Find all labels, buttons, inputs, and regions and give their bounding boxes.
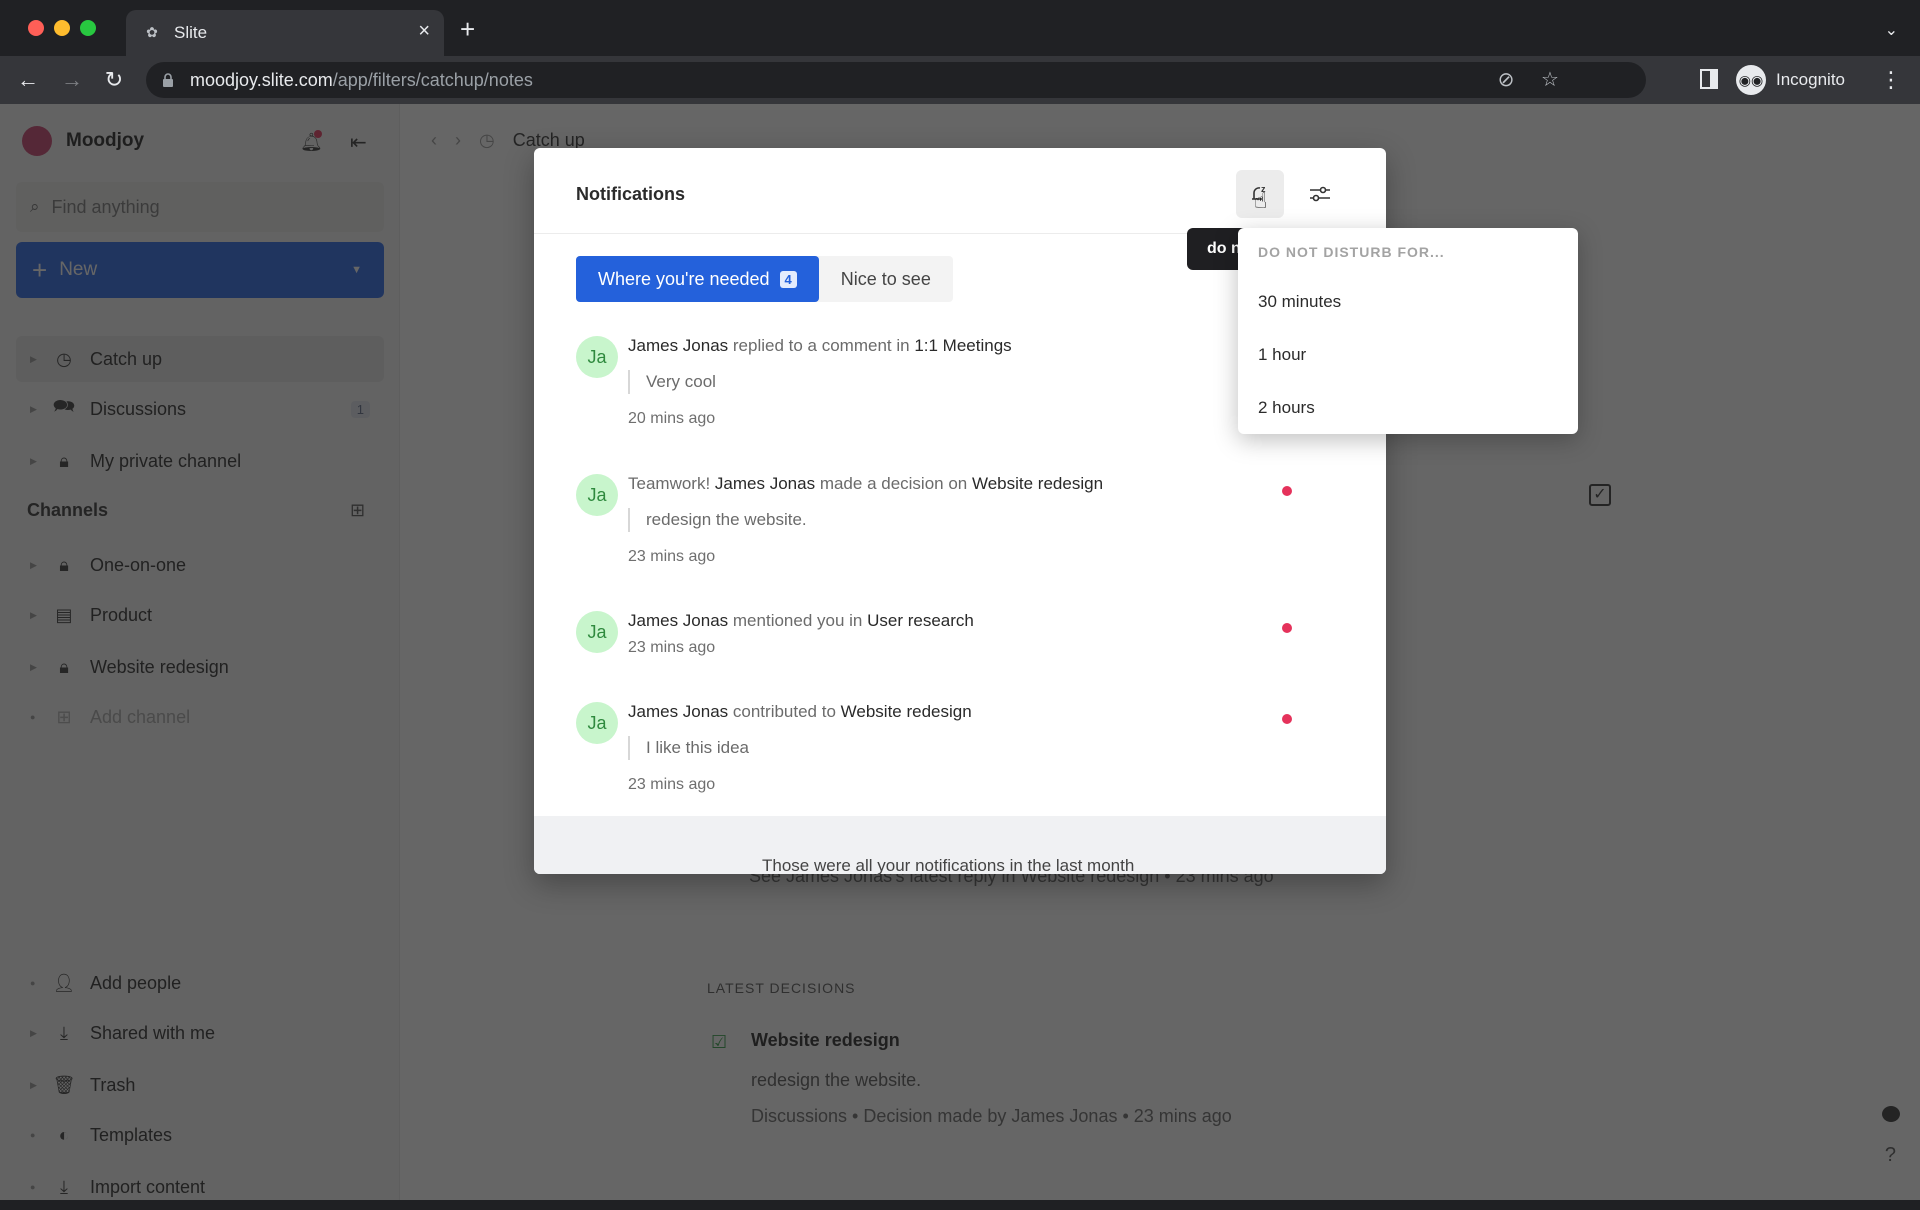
avatar: Ja xyxy=(576,702,618,744)
forward-arrow-icon[interactable]: → xyxy=(58,66,86,94)
tab-title: Slite xyxy=(174,23,208,42)
slite-favicon-icon: ✿ xyxy=(146,24,158,40)
browser-tab-strip: ✿ Slite × + ⌄ xyxy=(0,0,1920,56)
notification-text: Teamwork! James Jonas made a decision on… xyxy=(628,474,1103,494)
bookmark-star-icon[interactable]: ☆ xyxy=(1538,68,1562,92)
hand-cursor-icon: ☝ xyxy=(1254,188,1268,213)
target-link[interactable]: Website redesign xyxy=(972,474,1103,493)
target-link[interactable]: Website redesign xyxy=(841,702,972,721)
action-text: replied to a comment in xyxy=(728,336,915,355)
notification-text: James Jonas contributed to Website redes… xyxy=(628,702,972,722)
profile-label: Incognito xyxy=(1776,70,1845,89)
url-host: moodjoy.slite.com xyxy=(190,70,333,90)
minimize-window-button[interactable] xyxy=(54,20,70,36)
target-link[interactable]: User research xyxy=(867,611,974,630)
menu-item-label: 2 hours xyxy=(1258,398,1315,417)
notification-quote: I like this idea xyxy=(628,736,749,760)
avatar: Ja xyxy=(576,474,618,516)
actor-name[interactable]: James Jonas xyxy=(628,702,728,721)
incognito-icon: ◉◉ xyxy=(1736,65,1766,95)
close-window-button[interactable] xyxy=(28,20,44,36)
actor-name[interactable]: James Jonas xyxy=(628,336,728,355)
menu-item-1-hour[interactable]: 1 hour xyxy=(1238,333,1578,377)
menu-header: DO NOT DISTURB FOR... xyxy=(1258,244,1445,260)
action-text: mentioned you in xyxy=(728,611,868,630)
notification-text: James Jonas replied to a comment in 1:1 … xyxy=(628,336,1012,356)
notification-tabs: Where you're needed 4 Nice to see xyxy=(576,256,953,302)
avatar: Ja xyxy=(576,336,618,378)
new-tab-button[interactable]: + xyxy=(460,16,475,42)
actor-name[interactable]: James Jonas xyxy=(628,611,728,630)
back-arrow-icon[interactable]: ← xyxy=(14,66,42,94)
menu-item-30-minutes[interactable]: 30 minutes xyxy=(1238,280,1578,324)
menu-item-2-hours[interactable]: 2 hours xyxy=(1238,386,1578,430)
notification-time: 23 mins ago xyxy=(628,639,716,656)
target-link[interactable]: 1:1 Meetings xyxy=(914,336,1011,355)
menu-item-label: 1 hour xyxy=(1258,345,1307,364)
action-text: contributed to xyxy=(728,702,841,721)
modal-footer: Those were all your notifications in the… xyxy=(534,816,1386,874)
address-bar[interactable]: moodjoy.slite.com/app/filters/catchup/no… xyxy=(146,62,1646,98)
notification-settings-button[interactable] xyxy=(1296,170,1344,218)
unread-dot[interactable] xyxy=(1282,623,1292,633)
side-panel-icon[interactable] xyxy=(1700,69,1718,89)
notification-time: 23 mins ago xyxy=(628,548,716,565)
profile-button[interactable]: ◉◉ Incognito xyxy=(1736,64,1845,96)
unread-dot[interactable] xyxy=(1282,486,1292,496)
unread-dot[interactable] xyxy=(1282,714,1292,724)
lock-icon xyxy=(163,73,173,87)
close-tab-icon[interactable]: × xyxy=(418,21,430,41)
menu-item-label: 30 minutes xyxy=(1258,292,1342,311)
tab-where-youre-needed[interactable]: Where you're needed 4 xyxy=(576,256,819,302)
tab-label: Nice to see xyxy=(840,268,931,289)
browser-menu-icon[interactable]: ⋮ xyxy=(1880,66,1902,94)
tab-nice-to-see[interactable]: Nice to see xyxy=(819,256,953,302)
notification-time: 23 mins ago xyxy=(628,776,716,793)
notification-text: James Jonas mentioned you in User resear… xyxy=(628,611,974,631)
modal-title: Notifications xyxy=(576,184,686,204)
browser-tab[interactable]: ✿ Slite × xyxy=(126,10,444,56)
tab-search-chevron-icon[interactable]: ⌄ xyxy=(1885,20,1898,40)
url-path: /app/filters/catchup/notes xyxy=(332,70,533,90)
tab-count-badge: 4 xyxy=(779,270,797,288)
notification-time: 20 mins ago xyxy=(628,410,716,427)
maximize-window-button[interactable] xyxy=(80,20,96,36)
url-text[interactable]: moodjoy.slite.com/app/filters/catchup/no… xyxy=(190,70,533,91)
avatar: Ja xyxy=(576,611,618,653)
tab-label: Where you're needed xyxy=(598,268,770,289)
eye-slash-icon[interactable]: ⊘ xyxy=(1494,68,1518,92)
actor-name[interactable]: James Jonas xyxy=(715,474,815,493)
sliders-icon xyxy=(1310,186,1330,202)
do-not-disturb-menu: DO NOT DISTURB FOR... 30 minutes 1 hour … xyxy=(1238,228,1578,434)
end-of-notifications-text: Those were all your notifications in the… xyxy=(762,856,1135,874)
browser-toolbar: ← → ↻ moodjoy.slite.com/app/filters/catc… xyxy=(0,56,1920,104)
reload-icon[interactable]: ↻ xyxy=(100,66,128,94)
action-text: made a decision on xyxy=(815,474,972,493)
prefix-text: Teamwork! xyxy=(628,474,715,493)
notification-quote: redesign the website. xyxy=(628,508,807,532)
notification-quote: Very cool xyxy=(628,370,716,394)
